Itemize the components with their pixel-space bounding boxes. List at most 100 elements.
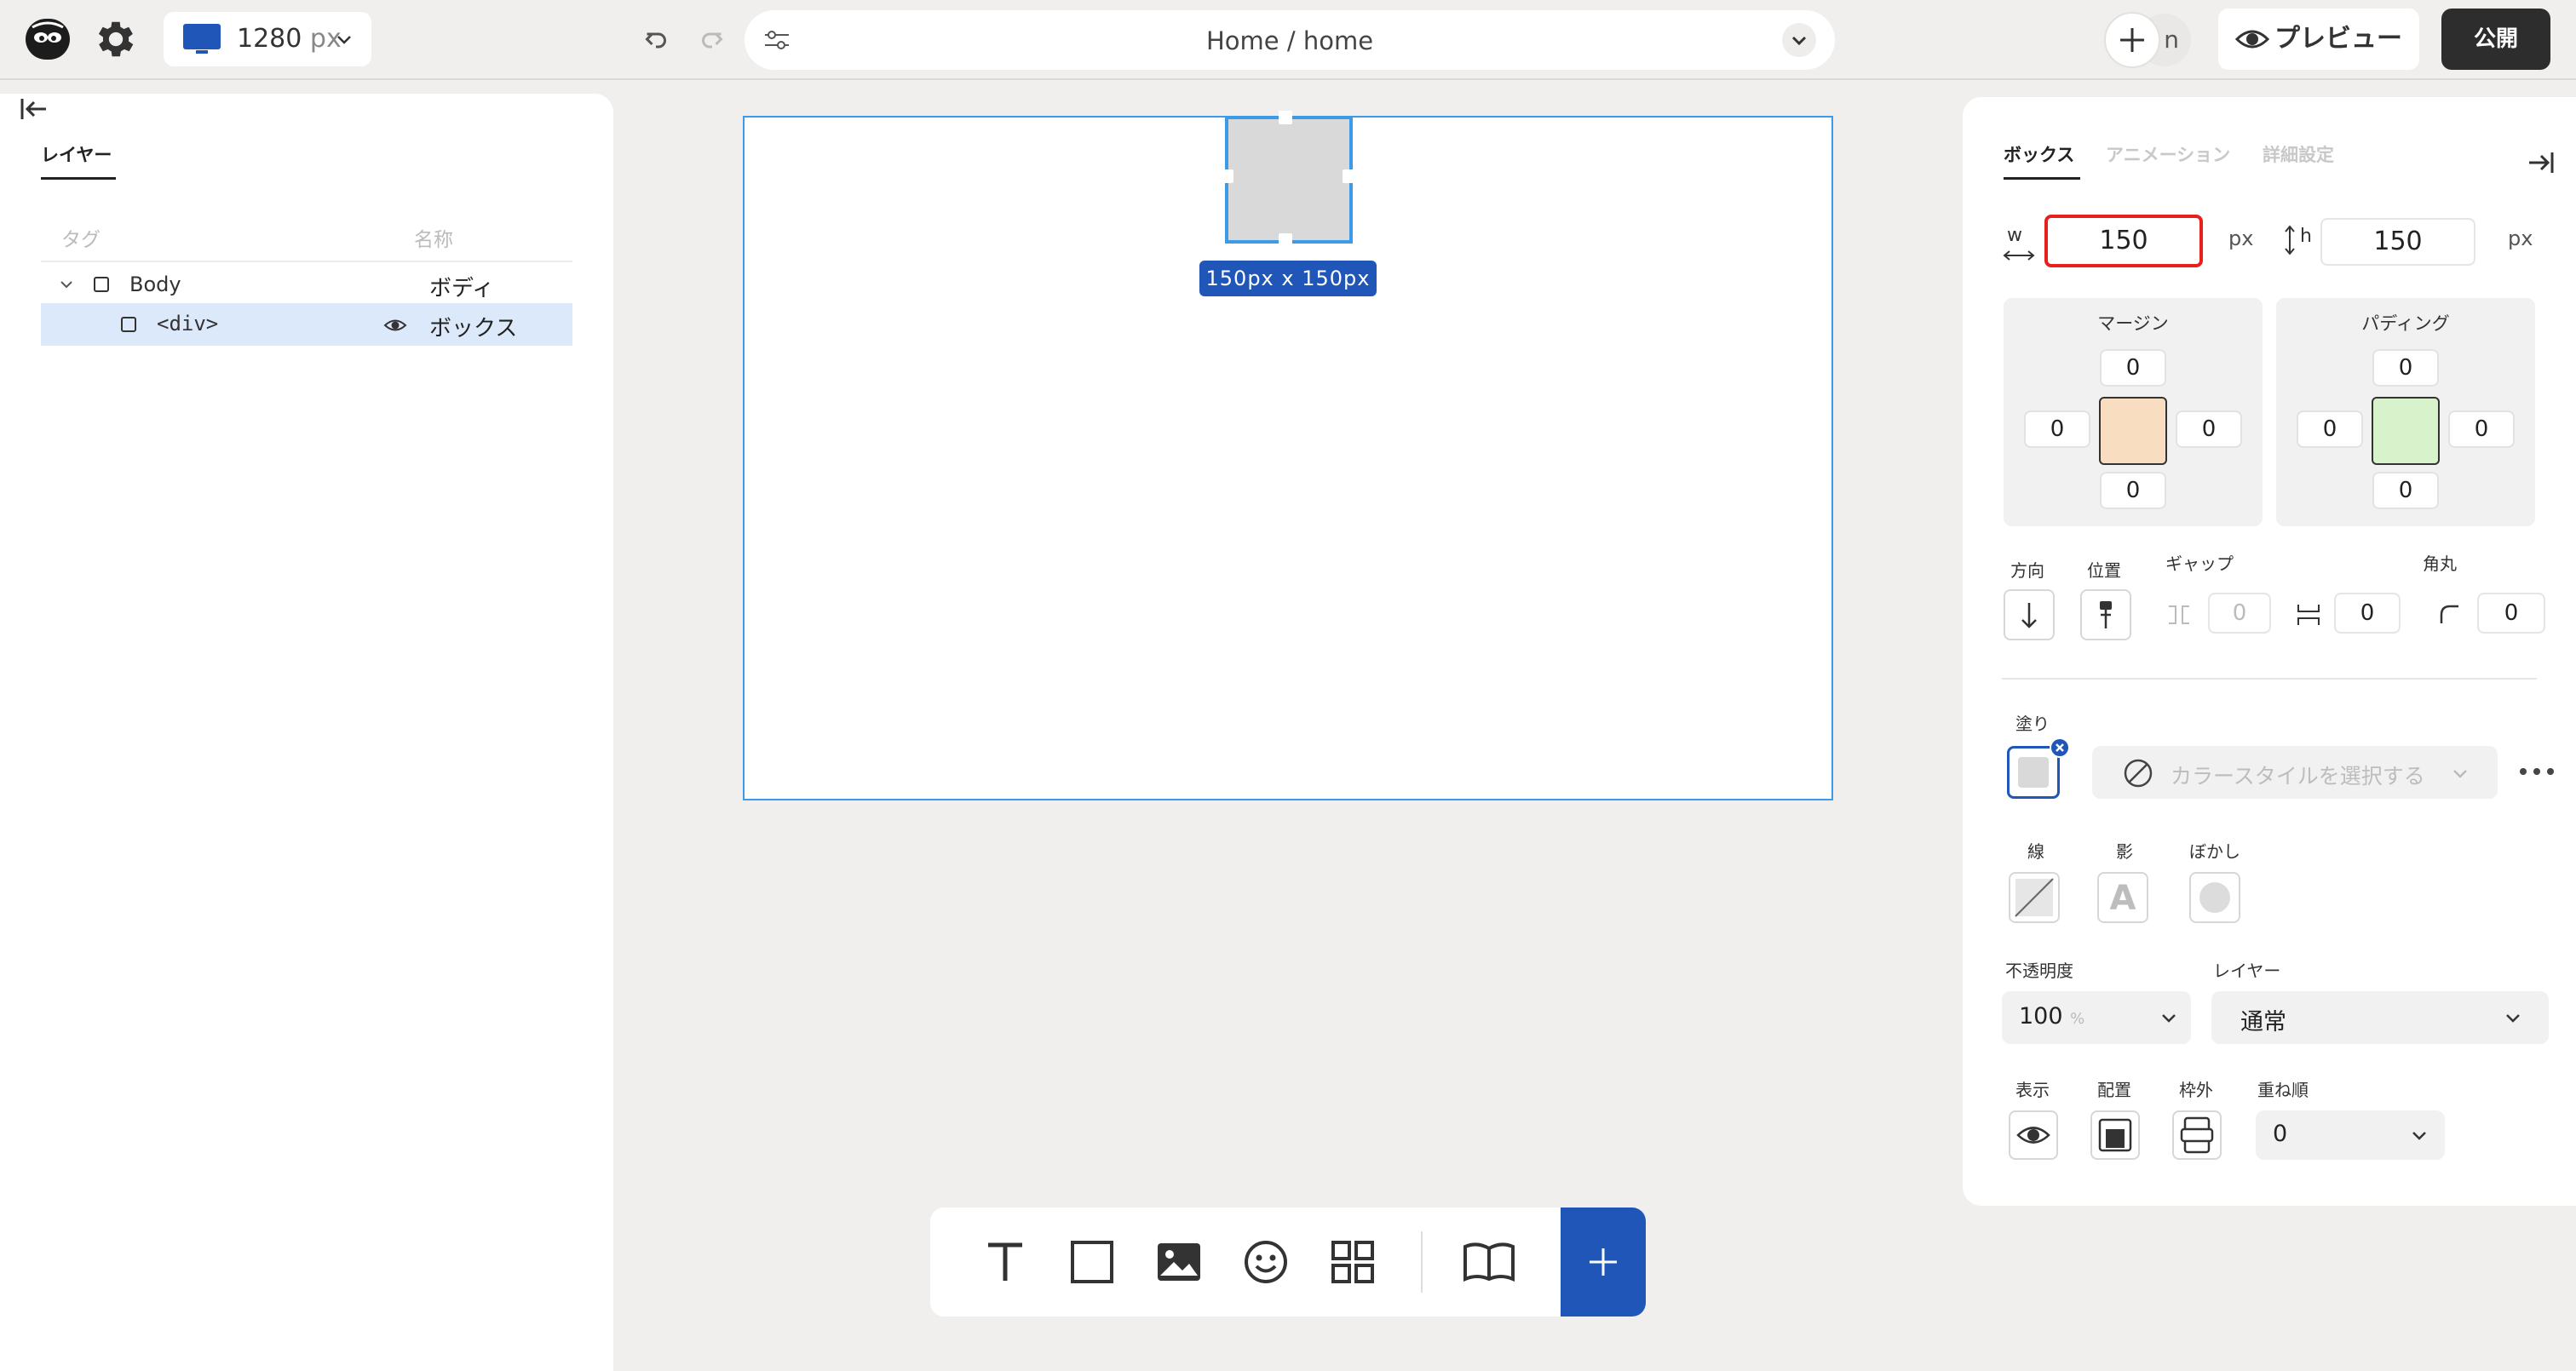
page-selector[interactable]: Home / home [745,10,1835,70]
column-header-name: 名称 [414,229,453,251]
corner-radius-input[interactable]: 0 [2477,593,2545,634]
collapse-right-panel-icon[interactable] [2527,150,2556,175]
eye-icon[interactable] [383,315,407,336]
app-logo-icon[interactable] [26,19,70,60]
tab-box[interactable]: ボックス [2004,141,2074,167]
add-collaborator-button[interactable] [2104,12,2160,68]
image-tool-icon[interactable] [1155,1238,1203,1286]
undo-icon[interactable] [641,24,671,54]
padding-title: パディング [2361,313,2450,334]
resize-handle-left[interactable] [1220,169,1233,183]
chevron-down-icon [2409,1125,2429,1145]
box-tool-icon[interactable] [1068,1238,1116,1286]
zorder-select[interactable]: 0 [2256,1110,2445,1160]
chevron-down-icon [2503,1007,2523,1028]
resize-handle-right[interactable] [1343,169,1356,183]
direction-down-button[interactable] [2004,589,2055,640]
tab-underline [2004,177,2080,180]
overflow-label: 枠外 [2179,1080,2213,1100]
layer-name: ボックス [429,316,518,341]
padding-right-input[interactable]: 0 [2448,410,2515,448]
tab-underline [41,177,116,180]
add-element-button[interactable] [1561,1208,1646,1317]
gap-column-input[interactable]: 0 [2208,593,2271,634]
layer-row-div[interactable]: <div> ボックス [41,303,572,346]
shadow-button[interactable]: A [2097,872,2148,923]
blur-button[interactable] [2189,872,2240,923]
layer-name: ボディ [429,276,495,301]
collapse-left-panel-icon[interactable] [19,95,49,123]
box-icon [94,277,109,292]
gear-icon[interactable] [92,15,140,63]
padding-top-input[interactable]: 0 [2372,349,2439,387]
section-divider [2002,678,2537,680]
opacity-select[interactable]: 100 % [2002,991,2191,1044]
overflow-button[interactable] [2172,1110,2222,1160]
margin-bottom-input[interactable]: 0 [2100,472,2166,509]
padding-left-input[interactable]: 0 [2297,410,2363,448]
placement-button[interactable] [2090,1110,2140,1160]
blend-layer-value: 通常 [2240,1009,2286,1035]
selected-box-element[interactable] [1220,111,1356,247]
page-path: Home / home [1205,26,1374,55]
margin-right-input[interactable]: 0 [2176,410,2242,448]
opacity-value: 100 % [2019,1003,2085,1030]
layer-tag: Body [129,272,181,296]
column-header-tag: タグ [61,229,101,251]
zorder-value: 0 [2273,1121,2288,1147]
blend-layer-label: レイヤー [2213,961,2281,981]
publish-button[interactable]: 公開 [2441,9,2550,70]
viewport-select[interactable]: 1280 px [164,12,371,66]
remove-fill-icon[interactable] [2050,737,2070,758]
width-label: w [2007,225,2022,246]
visibility-toggle-button[interactable] [2009,1110,2058,1160]
margin-left-input[interactable]: 0 [2024,410,2090,448]
fill-color [2018,757,2049,788]
width-unit: px [2228,227,2254,250]
chevron-down-icon[interactable] [58,276,75,293]
header-divider [41,261,572,262]
insert-toolbar [930,1208,1646,1317]
placement-label: 配置 [2097,1080,2131,1100]
emoji-tool-icon[interactable] [1242,1238,1290,1286]
more-options-icon[interactable] [2516,761,2557,782]
chevron-down-icon [2159,1007,2179,1028]
blend-layer-select[interactable]: 通常 [2211,991,2549,1044]
layer-tag: <div> [157,312,219,336]
properties-panel: ボックス アニメーション 詳細設定 w 150 px h 150 px マージン… [1963,97,2576,1206]
chevron-down-icon [2450,763,2470,783]
height-unit: px [2508,227,2533,250]
margin-top-input[interactable]: 0 [2100,349,2166,387]
direction-label: 方向 [2010,560,2044,581]
svg-text:h: h [2300,226,2312,247]
preview-button[interactable]: プレビュー [2218,9,2419,70]
size-indicator: 150px x 150px [1199,261,1377,296]
layer-row-body[interactable]: Body ボディ [41,264,572,305]
height-input[interactable]: 150 [2320,218,2475,266]
stroke-button[interactable] [2009,872,2060,923]
padding-card: パディング 0 0 0 0 [2276,298,2535,526]
components-grid-icon[interactable] [1329,1238,1377,1286]
eye-icon [2235,24,2269,54]
chevron-down-icon [334,29,354,49]
width-input[interactable]: 150 [2044,215,2203,267]
tab-animation[interactable]: アニメーション [2106,141,2230,167]
color-style-select[interactable]: カラースタイルを選択する [2092,746,2498,799]
book-library-icon[interactable] [1462,1238,1516,1286]
display-label: 表示 [2015,1080,2050,1100]
gap-row-input[interactable]: 0 [2334,593,2401,634]
redo-icon[interactable] [697,24,727,54]
tab-advanced-settings[interactable]: 詳細設定 [2263,141,2334,167]
padding-bottom-input[interactable]: 0 [2372,472,2439,509]
radius-label: 角丸 [2423,554,2457,574]
resize-handle-bottom[interactable] [1279,233,1292,247]
align-position-button[interactable] [2080,589,2131,640]
gap-label: ギャップ [2165,554,2234,574]
tab-layers[interactable]: レイヤー [41,141,112,167]
text-tool-icon[interactable] [981,1238,1029,1286]
margin-card: マージン 0 0 0 0 [2004,298,2263,526]
margin-preview [2099,397,2167,465]
zorder-label: 重ね順 [2257,1080,2309,1100]
resize-handle-top[interactable] [1279,111,1292,124]
chevron-down-icon[interactable] [1782,23,1816,57]
